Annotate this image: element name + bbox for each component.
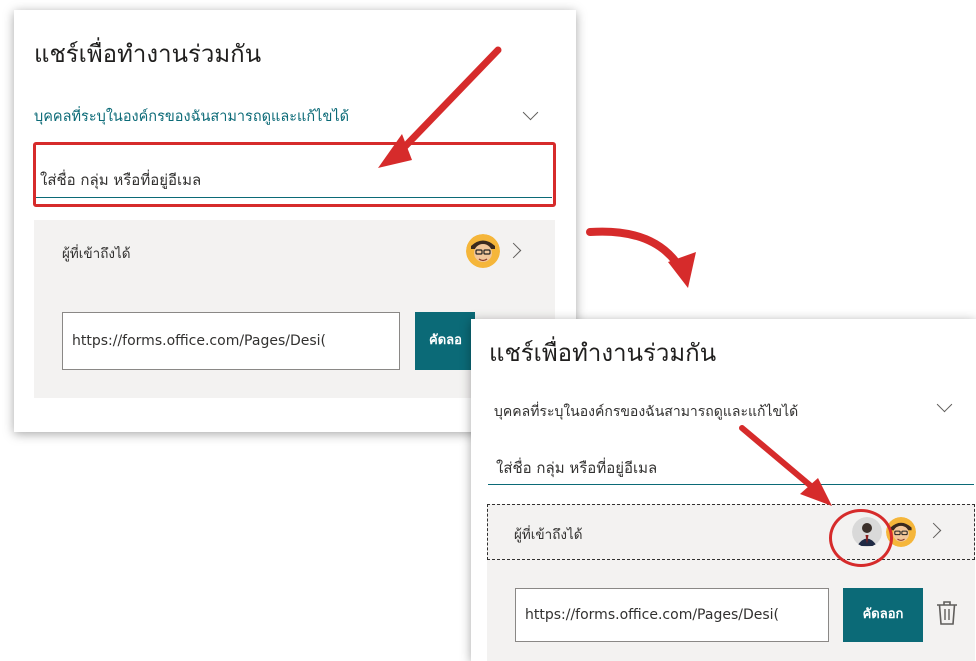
- share-link-field[interactable]: https://forms.office.com/Pages/Desi(: [515, 588, 829, 642]
- people-input[interactable]: ใส่ชื่อ กลุ่ม หรือที่อยู่อีเมล: [488, 443, 974, 485]
- chevron-down-icon[interactable]: [522, 104, 539, 121]
- copy-button[interactable]: คัดลอ: [415, 312, 475, 370]
- highlight-circle: [829, 509, 893, 567]
- trash-icon[interactable]: [936, 600, 958, 626]
- arrow-head: [668, 252, 696, 288]
- curved-arrow-icon: [586, 227, 680, 266]
- access-label: ผู้ที่เข้าถึงได้: [62, 246, 131, 262]
- permission-dropdown-label[interactable]: บุคคลที่ระบุในองค์กรของฉันสามารถดูและแก้…: [494, 401, 798, 423]
- share-panel-after: แชร์เพื่อทำงานร่วมกัน บุคคลที่ระบุในองค์…: [471, 319, 976, 661]
- panel-title: แชร์เพื่อทำงานร่วมกัน: [489, 339, 717, 367]
- copy-button[interactable]: คัดลอก: [843, 588, 923, 642]
- chevron-right-icon[interactable]: [925, 522, 942, 539]
- panel-title: แชร์เพื่อทำงานร่วมกัน: [34, 40, 262, 68]
- chevron-down-icon[interactable]: [936, 396, 953, 413]
- avatar: [466, 234, 500, 268]
- chevron-right-icon[interactable]: [505, 242, 522, 259]
- highlight-frame: [33, 142, 556, 207]
- access-label: ผู้ที่เข้าถึงได้: [514, 527, 583, 543]
- permission-dropdown-label[interactable]: บุคคลที่ระบุในองค์กรของฉันสามารถดูและแก้…: [34, 105, 349, 128]
- share-link-field[interactable]: https://forms.office.com/Pages/Desi(: [62, 312, 400, 370]
- access-row[interactable]: ผู้ที่เข้าถึงได้: [487, 504, 975, 560]
- link-area: https://forms.office.com/Pages/Desi( คัด…: [487, 560, 975, 661]
- access-row[interactable]: ผู้ที่เข้าถึงได้: [34, 220, 555, 282]
